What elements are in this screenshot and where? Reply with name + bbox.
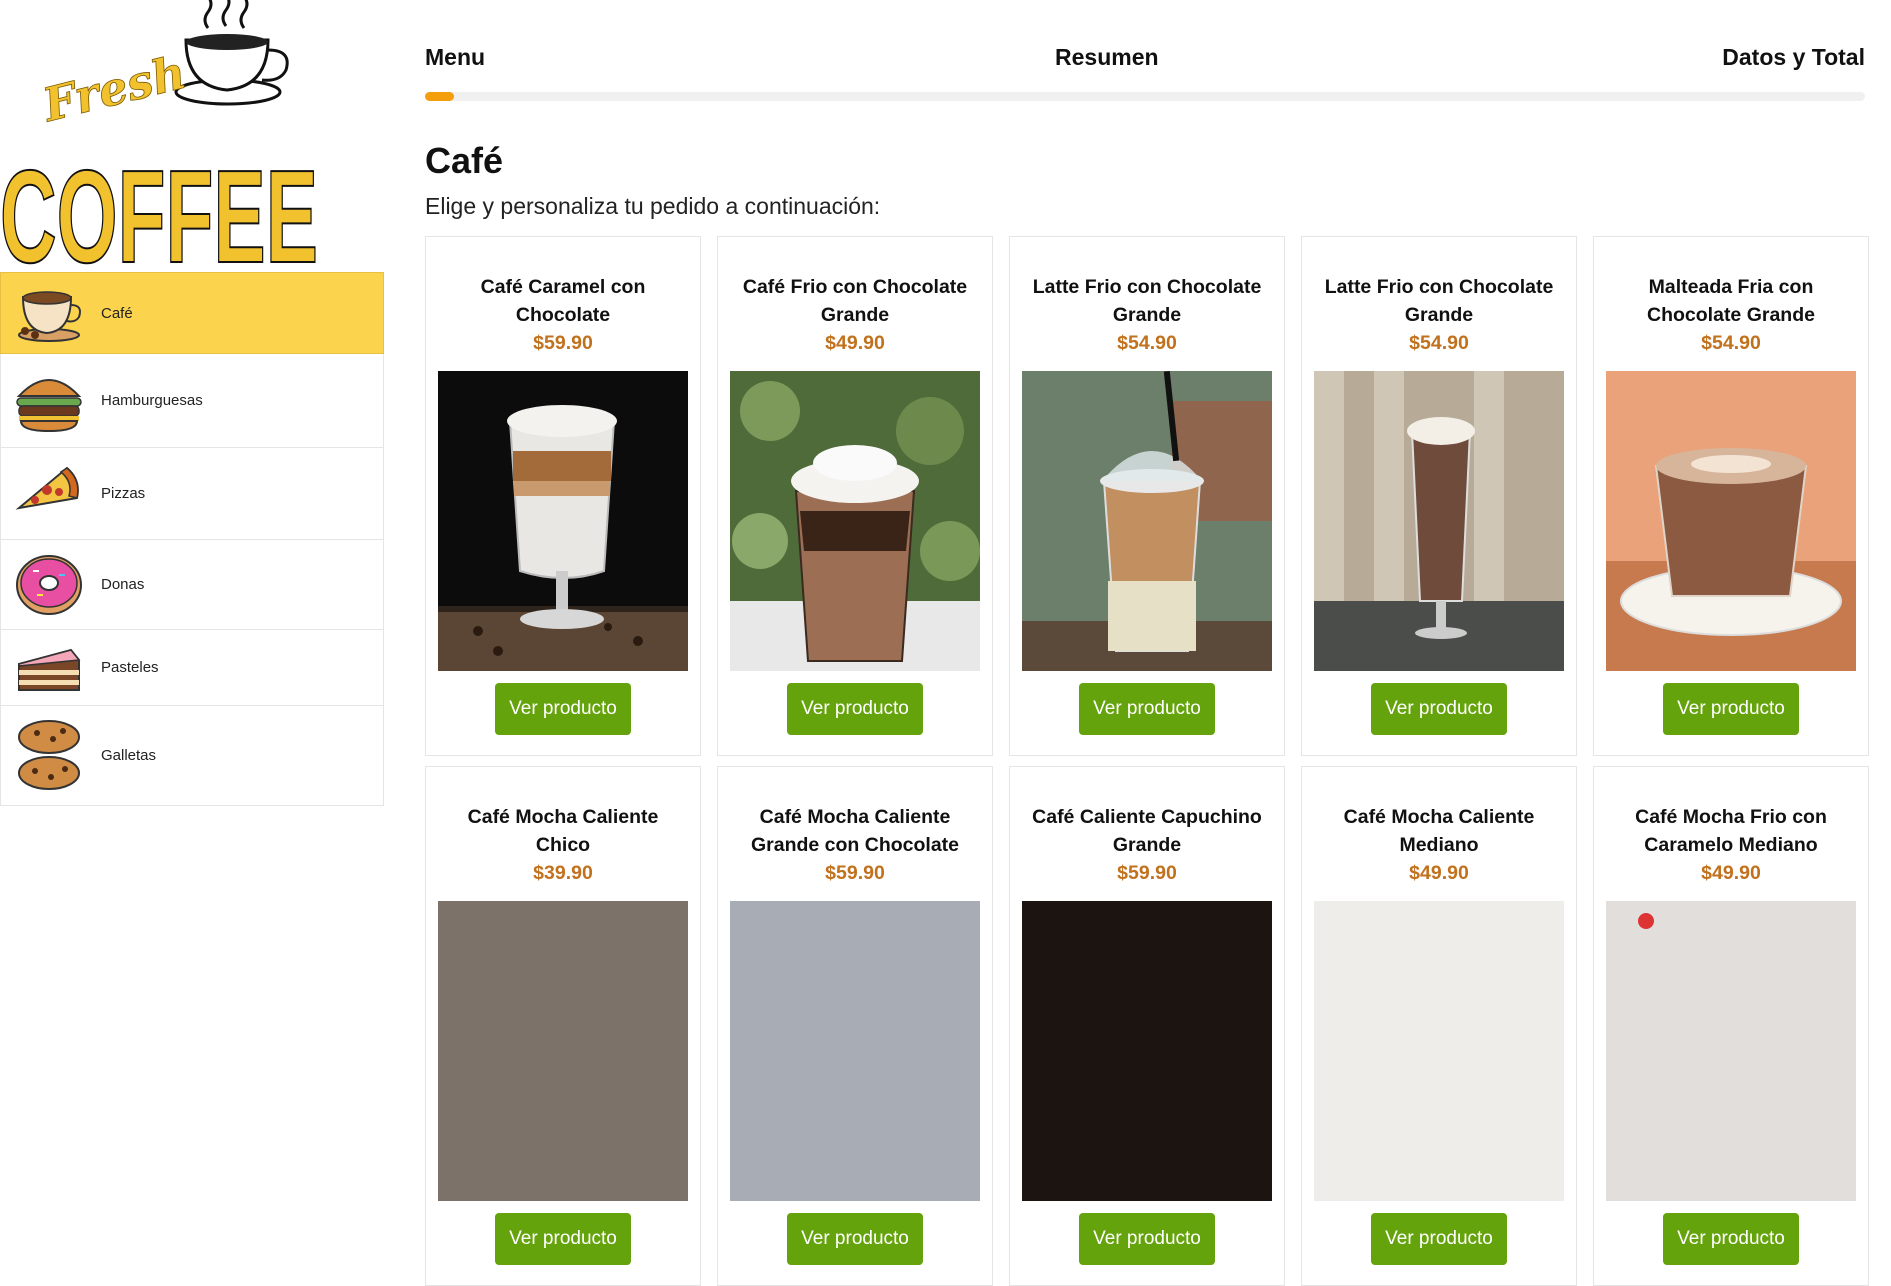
product-image [730, 371, 980, 671]
product-card: Latte Frio con Chocolate Grande $54.90 V… [1301, 236, 1577, 756]
product-card: Café Mocha Caliente Chico $39.90 Ver pro… [425, 766, 701, 1286]
progress-bar [425, 92, 1865, 101]
product-price: $49.90 [1409, 862, 1469, 884]
product-price: $39.90 [533, 862, 593, 884]
product-name: Latte Frio con Chocolate Grande [1032, 276, 1262, 326]
product-price: $54.90 [1409, 332, 1469, 354]
view-product-button[interactable]: Ver producto [1663, 683, 1799, 735]
main-content: Menu Resumen Datos y Total Café Elige y … [425, 0, 1869, 1286]
category-label: Pasteles [101, 659, 159, 676]
product-name: Malteada Fria con Chocolate Grande [1647, 276, 1815, 326]
product-card: Café Frio con Chocolate Grande $49.90 Ve… [717, 236, 993, 756]
category-item-cafe[interactable]: Café [0, 272, 384, 354]
cake-icon [11, 633, 87, 703]
category-list: Café Hamburguesas Pizzas Donas Pasteles … [0, 272, 384, 806]
product-name: Café Mocha Caliente Mediano [1343, 806, 1535, 856]
product-name: Café Caliente Capuchino Grande [1032, 806, 1262, 856]
view-product-button[interactable]: Ver producto [1079, 683, 1215, 735]
category-label: Galletas [101, 747, 157, 764]
view-product-button[interactable]: Ver producto [787, 683, 923, 735]
category-label: Donas [101, 576, 145, 593]
product-card: Café Mocha Caliente Mediano $49.90 Ver p… [1301, 766, 1577, 1286]
product-image [438, 901, 688, 1201]
step-resumen[interactable]: Resumen [1055, 44, 1159, 71]
donut-icon [11, 550, 87, 620]
product-image [730, 901, 980, 1201]
product-card: Café Caliente Capuchino Grande $59.90 Ve… [1009, 766, 1285, 1286]
product-price: $49.90 [1701, 862, 1761, 884]
step-menu[interactable]: Menu [425, 44, 485, 71]
view-product-button[interactable]: Ver producto [1079, 1213, 1215, 1265]
page-subtitle: Elige y personaliza tu pedido a continua… [425, 193, 881, 219]
product-price: $59.90 [533, 332, 593, 354]
product-card: Malteada Fria con Chocolate Grande $54.9… [1593, 236, 1869, 756]
category-item-galletas[interactable]: Galletas [0, 706, 384, 806]
product-name: Latte Frio con Chocolate Grande [1324, 276, 1554, 326]
step-datos-total[interactable]: Datos y Total [1722, 44, 1865, 71]
product-card: Café Mocha Caliente Grande con Chocolate… [717, 766, 993, 1286]
category-item-donas[interactable]: Donas [0, 540, 384, 630]
category-label: Café [101, 304, 133, 322]
product-name: Café Mocha Caliente Chico [467, 806, 659, 856]
product-price: $59.90 [1117, 862, 1177, 884]
category-label: Hamburguesas [101, 392, 203, 409]
category-label: Pizzas [101, 485, 146, 502]
product-price: $54.90 [1701, 332, 1761, 354]
view-product-button[interactable]: Ver producto [1663, 1213, 1799, 1265]
page-title: Café [425, 140, 504, 181]
category-item-pasteles[interactable]: Pasteles [0, 630, 384, 706]
product-card: Café Caramel con Chocolate $59.90 Ver pr… [425, 236, 701, 756]
category-item-pizzas[interactable]: Pizzas [0, 448, 384, 540]
view-product-button[interactable]: Ver producto [1371, 1213, 1507, 1265]
fresh-coffee-logo: Fresh COFFEE [0, 0, 319, 270]
product-image [438, 371, 688, 671]
product-price: $49.90 [825, 332, 885, 354]
burger-icon [11, 366, 87, 436]
coffee-cup-icon [11, 278, 87, 348]
product-image [1606, 901, 1856, 1201]
view-product-button[interactable]: Ver producto [495, 1213, 631, 1265]
product-name: Café Caramel con Chocolate [480, 276, 646, 326]
product-card: Café Mocha Frio con Caramelo Mediano $49… [1593, 766, 1869, 1286]
svg-text:COFFEE: COFFEE [0, 143, 318, 270]
product-image [1022, 901, 1272, 1201]
pizza-icon [11, 459, 87, 529]
view-product-button[interactable]: Ver producto [787, 1213, 923, 1265]
product-price: $59.90 [825, 862, 885, 884]
product-image [1314, 901, 1564, 1201]
svg-text:Fresh: Fresh [36, 45, 191, 133]
product-name: Café Mocha Frio con Caramelo Mediano [1635, 806, 1827, 856]
product-price: $54.90 [1117, 332, 1177, 354]
product-image [1022, 371, 1272, 671]
sidebar: Fresh COFFEE Café Hamburguesas Pizzas Do… [0, 0, 384, 935]
product-image [1606, 371, 1856, 671]
product-card: Latte Frio con Chocolate Grande $54.90 V… [1009, 236, 1285, 756]
order-steps: Menu Resumen Datos y Total [425, 0, 1865, 110]
product-name: Café Frio con Chocolate Grande [742, 276, 968, 326]
product-image [1314, 371, 1564, 671]
category-item-hamburguesas[interactable]: Hamburguesas [0, 354, 384, 448]
view-product-button[interactable]: Ver producto [1371, 683, 1507, 735]
cookie-icon [11, 719, 87, 791]
product-name: Café Mocha Caliente Grande con Chocolate [750, 806, 960, 856]
progress-fill [425, 92, 454, 101]
view-product-button[interactable]: Ver producto [495, 683, 631, 735]
